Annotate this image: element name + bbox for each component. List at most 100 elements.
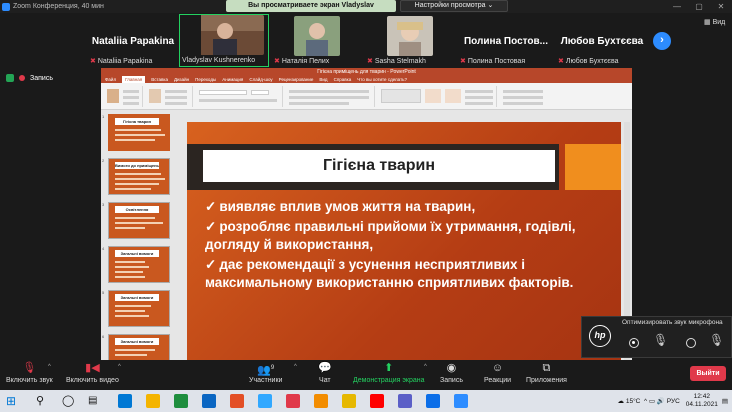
app-icon[interactable]	[370, 394, 384, 408]
zoom-app-icon	[2, 2, 10, 11]
zoom-icon[interactable]	[454, 394, 468, 408]
slide-thumbnail[interactable]: Освітлення	[108, 202, 170, 239]
ribbon-group-paragraph	[285, 86, 375, 107]
slide-thumbnail[interactable]: Вимоги до приміщень	[108, 158, 170, 195]
minimize-button[interactable]: —	[666, 0, 688, 13]
view-settings-dropdown[interactable]: Настройки просмотра ⌄	[400, 0, 508, 12]
participants-button[interactable]: 👥9 Участники	[249, 362, 282, 384]
slide-thumbnail[interactable]: Загальні вимоги	[108, 246, 170, 283]
participant-tile[interactable]: Nataliia Papakina ✖ Nataliia Papakina	[88, 14, 178, 67]
participant-tile[interactable]: Любов Бухтєєва ✖ Любов Бухтєєва	[556, 14, 648, 67]
notifications-icon[interactable]: ▤	[722, 397, 728, 405]
illustrator-icon[interactable]	[202, 394, 216, 408]
reactions-button[interactable]: ☺ Реакции	[484, 362, 511, 384]
share-screen-icon: ⬆	[384, 362, 394, 374]
slide-thumbnail[interactable]: Загальні вимоги	[108, 334, 170, 361]
chrome-icon[interactable]	[174, 394, 188, 408]
widgets-icon[interactable]: ▤	[88, 394, 102, 408]
edge-icon[interactable]	[146, 394, 160, 408]
next-participants-button[interactable]: ›	[653, 32, 671, 50]
chevron-up-icon[interactable]: ^	[424, 364, 427, 370]
chevron-up-icon[interactable]: ^	[118, 364, 121, 370]
ppt-tab[interactable]: Справка	[334, 76, 352, 83]
volume-icon[interactable]: 🔊	[657, 397, 665, 405]
ppt-tab[interactable]: Рецензирование	[279, 76, 314, 83]
task-view-icon[interactable]: ◯	[62, 394, 76, 408]
microphone-icon: 🎙	[653, 333, 669, 347]
hp-audio-notification[interactable]: hp Оптимизировать звук микрофона 🎙 🎙	[581, 316, 732, 358]
participant-tile[interactable]: Полина Постов... ✖ Полина Постовая	[458, 14, 554, 67]
slide-bullet: ✓ виявляє вплив умов життя на тварин,	[205, 199, 476, 214]
window-controls: — ▢ ✕	[666, 0, 732, 13]
participant-display-name: Nataliia Papakina	[91, 36, 175, 47]
chevron-up-icon[interactable]: ^	[294, 364, 297, 370]
mic-muted-icon: ✖	[274, 58, 280, 65]
participant-tile-active-speaker[interactable]: Vladyslav Kushnerenko	[179, 14, 269, 67]
reactions-icon: ☺	[491, 362, 504, 374]
participant-label: Vladyslav Kushnerenko	[182, 57, 256, 64]
ppt-window-title: Гігієна приміщень для тварин - PowerPoin…	[101, 68, 632, 76]
record-dot-icon	[19, 75, 25, 81]
checkmark-icon: ✓	[205, 257, 217, 272]
participant-video	[387, 16, 433, 56]
record-button[interactable]: ◉ Запись	[440, 362, 463, 384]
app-icon[interactable]	[426, 394, 440, 408]
start-video-button[interactable]: ▮◀ Включить видео	[66, 362, 119, 384]
record-icon: ◉	[446, 362, 457, 374]
participant-display-name: Полина Постов...	[463, 36, 548, 47]
view-layout-button[interactable]: ▦ Вид	[704, 18, 725, 26]
ppt-tab[interactable]: Вид	[319, 76, 327, 83]
participant-label: Наталія Пелих	[281, 57, 330, 65]
ppt-tab[interactable]: Слайд-шоу	[249, 76, 272, 83]
participant-label: Nataliia Papakina	[97, 57, 153, 65]
app-icon[interactable]	[314, 394, 328, 408]
search-icon[interactable]: ⚲	[36, 394, 50, 408]
unmute-button[interactable]: 🎙 Включить звук	[6, 362, 53, 384]
ppt-tab-active[interactable]: Главная	[122, 76, 146, 83]
slide-thumbnail[interactable]: Загальні вимоги	[108, 290, 170, 327]
file-explorer-icon[interactable]	[118, 394, 132, 408]
checkmark-icon: ✓	[205, 219, 217, 234]
ppt-tell-me[interactable]: Что вы хотите сделать?	[357, 76, 407, 83]
viber-icon[interactable]	[398, 394, 412, 408]
tray-chevron-icon[interactable]: ^	[644, 398, 647, 405]
shield-icon	[6, 74, 14, 82]
chat-button[interactable]: 💬 Чат	[318, 362, 332, 384]
ppt-tab[interactable]: Файл	[105, 76, 116, 83]
participant-tile[interactable]: ✖ Наталія Пелих	[272, 14, 362, 67]
leave-meeting-button[interactable]: Выйти	[690, 366, 726, 381]
mic-muted-icon: 🎙	[22, 362, 37, 374]
network-icon[interactable]: ▭	[649, 397, 655, 405]
ppt-tab[interactable]: Переходы	[195, 76, 216, 83]
language-indicator[interactable]: РУС	[667, 398, 680, 405]
clock[interactable]: 12:42 04.11.2021	[686, 393, 718, 409]
app-icon[interactable]	[286, 394, 300, 408]
mic-option-radio[interactable]	[686, 338, 696, 348]
weather-icon[interactable]: ☁	[618, 397, 625, 405]
ribbon-group-editing	[499, 86, 549, 107]
ppt-tab[interactable]: Дизайн	[174, 76, 189, 83]
photoshop-icon[interactable]	[230, 394, 244, 408]
shared-screen-powerpoint: Гігієна приміщень для тварин - PowerPoin…	[101, 68, 632, 361]
slide-thumbnail-selected[interactable]: Гігієна тварин	[108, 114, 170, 151]
chevron-up-icon[interactable]: ^	[48, 364, 51, 370]
apps-button[interactable]: ⧉ Приложения	[526, 362, 567, 384]
ppt-tab[interactable]: Вставка	[151, 76, 168, 83]
main-slide[interactable]: Гігієна тварин ✓ виявляє вплив умов життя…	[187, 122, 621, 361]
window-title: Zoom Конференция, 40 мин	[13, 3, 104, 10]
ppt-tab[interactable]: Анимация	[222, 76, 243, 83]
weather-temp[interactable]: 15°C	[626, 398, 641, 405]
app-icon[interactable]	[342, 394, 356, 408]
mic-option-radio-selected[interactable]	[629, 338, 639, 348]
participants-icon: 👥9	[257, 364, 275, 377]
slide-thumbnails-pane[interactable]: 1 Гігієна тварин 2 Вимоги до приміщень 3…	[101, 110, 179, 361]
yandex-icon[interactable]	[258, 394, 272, 408]
windows-start-icon[interactable]: ⊞	[6, 394, 20, 408]
share-screen-button[interactable]: ⬆ Демонстрация экрана	[353, 362, 425, 384]
participant-display-name: Любов Бухтєєва	[560, 36, 644, 47]
participant-tile[interactable]: ✖ Sasha Stelmakh	[365, 14, 455, 67]
microphone-broadcast-icon: 🎙	[709, 333, 725, 347]
ppt-ribbon	[101, 83, 632, 110]
close-window-button[interactable]: ✕	[710, 0, 732, 13]
maximize-button[interactable]: ▢	[688, 0, 710, 13]
